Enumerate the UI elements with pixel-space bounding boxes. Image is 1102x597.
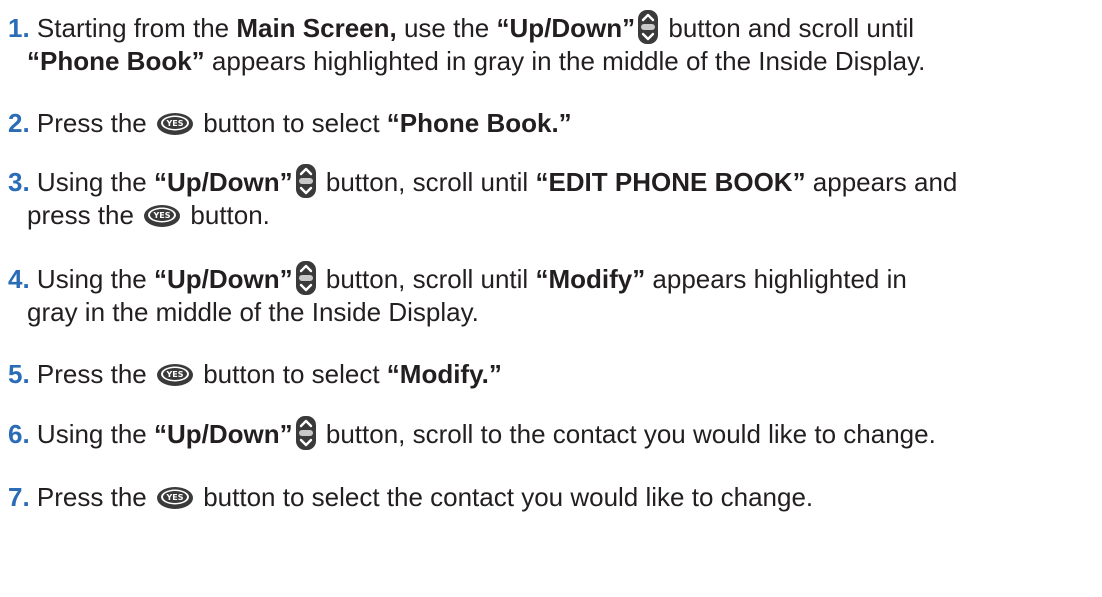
body-text: appears highlighted in gray in the middl… (204, 46, 926, 77)
step-line: 1. Starting from the Main Screen, use th… (8, 9, 1098, 45)
up-down-button-icon (295, 415, 317, 451)
step-line: 3. Using the “Up/Down” button, scroll un… (8, 163, 1098, 199)
body-text: use the (396, 13, 497, 43)
step-number: 4. (8, 264, 30, 294)
body-text: button, scroll until (318, 264, 536, 294)
yes-button-icon: YES (156, 111, 194, 136)
emphasis-text: “EDIT PHONE BOOK” (535, 167, 806, 197)
step-line-continued: gray in the middle of the Inside Display… (8, 296, 1098, 329)
step-line-continued: “Phone Book” appears highlighted in gray… (8, 45, 1098, 78)
body-text: button. (183, 200, 270, 231)
up-down-button-icon (637, 9, 659, 45)
step-3: 3. Using the “Up/Down” button, scroll un… (8, 163, 1098, 232)
body-text: Press the (36, 359, 154, 389)
body-text: button, scroll to the contact you would … (318, 419, 936, 449)
body-text: Using the (36, 264, 154, 294)
body-text: button, scroll until (318, 167, 536, 197)
body-text: gray in the middle of the Inside Display… (27, 297, 479, 328)
emphasis-text: “Phone Book.” (386, 108, 572, 138)
step-line: 7. Press the YES button to select the co… (8, 481, 1098, 514)
step-4: 4. Using the “Up/Down” button, scroll un… (8, 260, 1098, 329)
body-text: Starting from the (36, 13, 237, 43)
body-text: Using the (36, 419, 154, 449)
emphasis-text: “Up/Down” (154, 419, 293, 449)
emphasis-text: Main Screen, (236, 13, 397, 43)
emphasis-text: “Modify.” (386, 359, 502, 389)
body-text: Press the (36, 482, 154, 512)
body-text: appears highlighted in (645, 264, 907, 294)
yes-button-icon: YES (156, 362, 194, 387)
emphasis-text: “Up/Down” (496, 13, 636, 43)
body-text: Press the (36, 108, 154, 138)
body-text: button and scroll until (661, 13, 915, 43)
step-number: 7. (8, 482, 30, 512)
step-line-continued: press the YES button. (8, 199, 1098, 232)
yes-button-label: YES (165, 119, 183, 128)
step-7: 7. Press the YES button to select the co… (8, 481, 1098, 514)
up-down-button-icon (295, 260, 317, 296)
yes-button-label: YES (165, 493, 183, 502)
step-2: 2. Press the YES button to select “Phone… (8, 107, 1098, 140)
step-number: 6. (8, 419, 30, 449)
emphasis-text: “Phone Book” (27, 46, 205, 77)
step-number: 3. (8, 167, 30, 197)
step-1: 1. Starting from the Main Screen, use th… (8, 9, 1098, 78)
yes-button-label: YES (165, 370, 183, 379)
step-6: 6. Using the “Up/Down” button, scroll to… (8, 415, 1098, 451)
step-line: 6. Using the “Up/Down” button, scroll to… (8, 415, 1098, 451)
step-number: 1. (8, 13, 30, 43)
step-line: 2. Press the YES button to select “Phone… (8, 107, 1098, 140)
yes-button-label: YES (153, 211, 171, 220)
yes-button-icon: YES (143, 203, 181, 228)
body-text: button to select (195, 359, 387, 389)
emphasis-text: “Up/Down” (154, 264, 293, 294)
step-number: 5. (8, 359, 30, 389)
step-number: 2. (8, 108, 30, 138)
instruction-page: 1. Starting from the Main Screen, use th… (0, 0, 1102, 597)
body-text: press the (27, 200, 142, 231)
step-5: 5. Press the YES button to select “Modif… (8, 358, 1098, 391)
up-down-button-icon (295, 163, 317, 199)
emphasis-text: “Up/Down” (154, 167, 293, 197)
yes-button-icon: YES (156, 485, 194, 510)
step-line: 5. Press the YES button to select “Modif… (8, 358, 1098, 391)
step-line: 4. Using the “Up/Down” button, scroll un… (8, 260, 1098, 296)
body-text: button to select (195, 108, 387, 138)
body-text: Using the (36, 167, 154, 197)
emphasis-text: “Modify” (535, 264, 646, 294)
body-text: appears and (805, 167, 958, 197)
body-text: button to select the contact you would l… (195, 482, 814, 512)
